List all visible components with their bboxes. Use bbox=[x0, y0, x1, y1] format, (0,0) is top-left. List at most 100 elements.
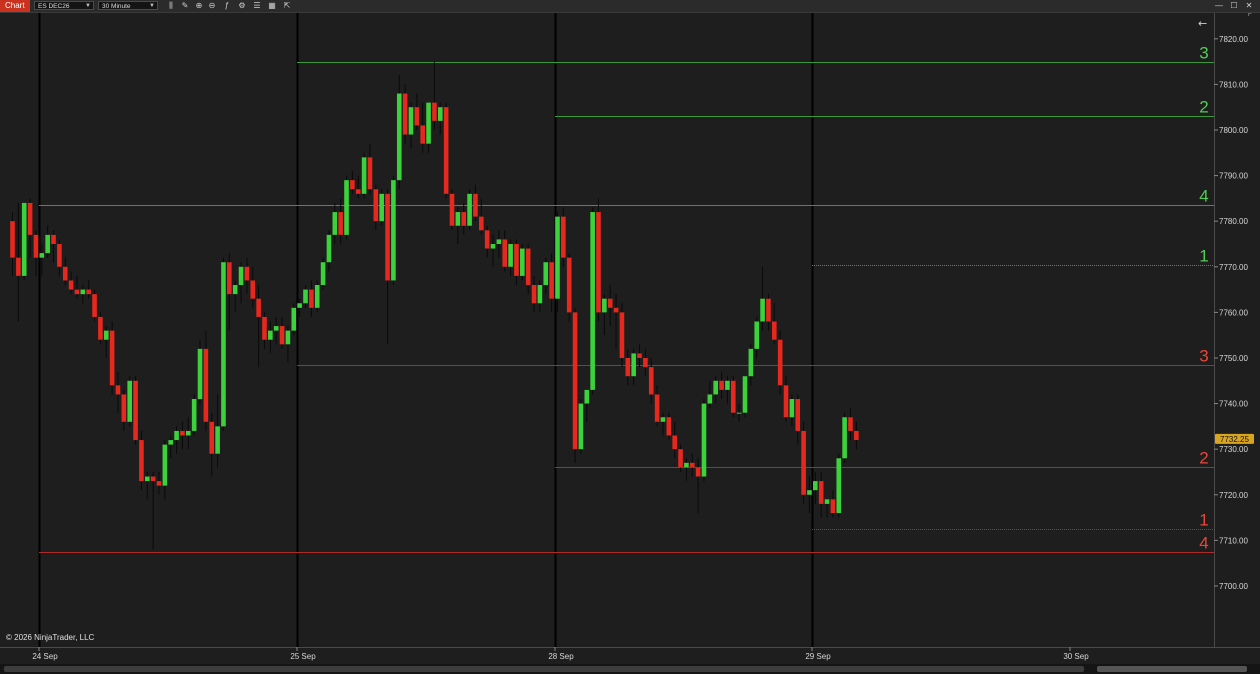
candle-body-down bbox=[350, 180, 355, 190]
bar-type-icon[interactable]: ⫼ bbox=[166, 1, 176, 11]
candle bbox=[578, 399, 584, 454]
candle-body-up bbox=[807, 490, 812, 495]
candle-body-up bbox=[590, 212, 595, 390]
candle bbox=[596, 198, 601, 322]
candle-body-down bbox=[402, 93, 408, 135]
candle-body-down bbox=[443, 107, 449, 194]
level-label-red-2: 2 bbox=[1199, 449, 1208, 468]
candle-body-up bbox=[186, 430, 191, 436]
attach-icon[interactable]: ⇱ bbox=[282, 1, 292, 11]
candle-body-up bbox=[197, 348, 203, 400]
candle bbox=[590, 207, 595, 395]
candle-body-up bbox=[426, 102, 431, 144]
candle bbox=[291, 303, 297, 336]
candle-body-up bbox=[332, 212, 338, 235]
candle-body-down bbox=[420, 125, 425, 144]
candle-body-up bbox=[326, 234, 332, 263]
candle-body-down bbox=[648, 367, 654, 395]
strategies-icon[interactable]: ⚙ bbox=[237, 1, 247, 11]
candle-body-up bbox=[842, 417, 847, 459]
candle-body-down bbox=[262, 316, 267, 340]
candle-body-up bbox=[467, 193, 472, 226]
panel-corner-label: F bbox=[1248, 13, 1252, 18]
candle-body-down bbox=[607, 298, 613, 308]
candle-body-down bbox=[367, 157, 373, 190]
candle-body-up bbox=[45, 234, 50, 254]
minimize-icon[interactable]: — bbox=[1214, 1, 1224, 11]
candle-body-up bbox=[162, 444, 168, 486]
close-icon[interactable]: ✕ bbox=[1244, 1, 1254, 11]
candle bbox=[842, 412, 847, 463]
candle-body-up bbox=[713, 380, 718, 395]
candle-body-down bbox=[613, 307, 619, 313]
candle-body-down bbox=[854, 430, 859, 441]
candle-body-up bbox=[736, 412, 742, 414]
candle bbox=[379, 189, 384, 226]
x-tick-label: 29 Sep bbox=[805, 652, 831, 661]
maximize-icon[interactable]: ☐ bbox=[1229, 1, 1239, 11]
candle-body-down bbox=[98, 316, 103, 340]
zoom-in-icon[interactable]: ⊕ bbox=[194, 1, 204, 11]
candle-body-down bbox=[772, 321, 777, 340]
candle-body-down bbox=[637, 353, 642, 358]
level-label-green-4: 4 bbox=[1199, 187, 1208, 206]
candle-body-down bbox=[92, 294, 97, 317]
candle-body-up bbox=[508, 243, 513, 267]
candle-body-up bbox=[144, 476, 150, 482]
candle-body-up bbox=[174, 430, 179, 441]
candle-body-down bbox=[86, 289, 91, 295]
zoom-out-icon[interactable]: ⊖ bbox=[207, 1, 217, 11]
instrument-selector[interactable]: ES DEC26 ▼ bbox=[34, 1, 94, 10]
candle bbox=[314, 280, 320, 313]
candle-body-up bbox=[127, 380, 132, 422]
candle-body-down bbox=[666, 417, 672, 436]
candle-body-down bbox=[801, 430, 806, 495]
candle-body-down bbox=[531, 285, 537, 304]
candle-body-up bbox=[408, 107, 414, 135]
level-label-green-1: 1 bbox=[1199, 247, 1208, 266]
candle-body-up bbox=[80, 289, 86, 295]
y-tick-label: 7810.00 bbox=[1219, 80, 1248, 89]
candle-body-up bbox=[391, 180, 396, 281]
candle-body-up bbox=[215, 426, 220, 454]
indicators-icon[interactable]: ƒ bbox=[222, 1, 232, 11]
candle-body-up bbox=[191, 399, 197, 431]
candle bbox=[566, 253, 572, 322]
price-chart[interactable]: 3 2 4 1 3 2 1 4 7700.00 7710.00 7720.00 7730.00 774… bbox=[0, 13, 1260, 664]
interval-label: 30 Minute bbox=[102, 3, 131, 10]
scroll-track[interactable] bbox=[4, 666, 1084, 672]
x-tick-label: 25 Sep bbox=[290, 652, 316, 661]
back-arrow-icon[interactable]: ← bbox=[1198, 17, 1207, 30]
candle bbox=[555, 212, 560, 313]
level-label-green-3: 3 bbox=[1199, 44, 1208, 63]
candle-body-up bbox=[320, 262, 326, 286]
y-tick-label: 7730.00 bbox=[1219, 445, 1248, 454]
x-tick-label: 30 Sep bbox=[1063, 652, 1089, 661]
candle bbox=[127, 376, 132, 427]
candle-body-up bbox=[602, 298, 607, 313]
candle-body-up bbox=[660, 417, 666, 422]
horizontal-scrollbar[interactable] bbox=[0, 664, 1260, 674]
candle-body-up bbox=[297, 303, 302, 308]
candle-body-down bbox=[385, 193, 390, 281]
candle bbox=[344, 175, 349, 240]
candle-body-down bbox=[484, 230, 490, 249]
candle-body-up bbox=[520, 248, 525, 276]
level-label-green-2: 2 bbox=[1199, 98, 1208, 117]
candle-body-down bbox=[848, 417, 853, 431]
candle bbox=[191, 394, 197, 436]
candle-body-down bbox=[514, 243, 519, 276]
properties-icon[interactable]: ☰ bbox=[252, 1, 262, 11]
candle-body-down bbox=[16, 257, 21, 276]
candle bbox=[801, 421, 806, 504]
interval-selector[interactable]: 30 Minute ▼ bbox=[98, 1, 158, 10]
candle-body-up bbox=[496, 239, 502, 244]
chart-trader-icon[interactable]: ▦ bbox=[267, 1, 277, 11]
candle-body-down bbox=[596, 212, 601, 313]
scroll-thumb[interactable] bbox=[1097, 666, 1247, 672]
candle-body-down bbox=[203, 348, 209, 422]
candle-body-up bbox=[437, 107, 443, 121]
candle-body-up bbox=[344, 180, 349, 235]
chart-tab[interactable]: Chart bbox=[0, 0, 30, 12]
draw-icon[interactable]: ✎ bbox=[180, 1, 190, 11]
